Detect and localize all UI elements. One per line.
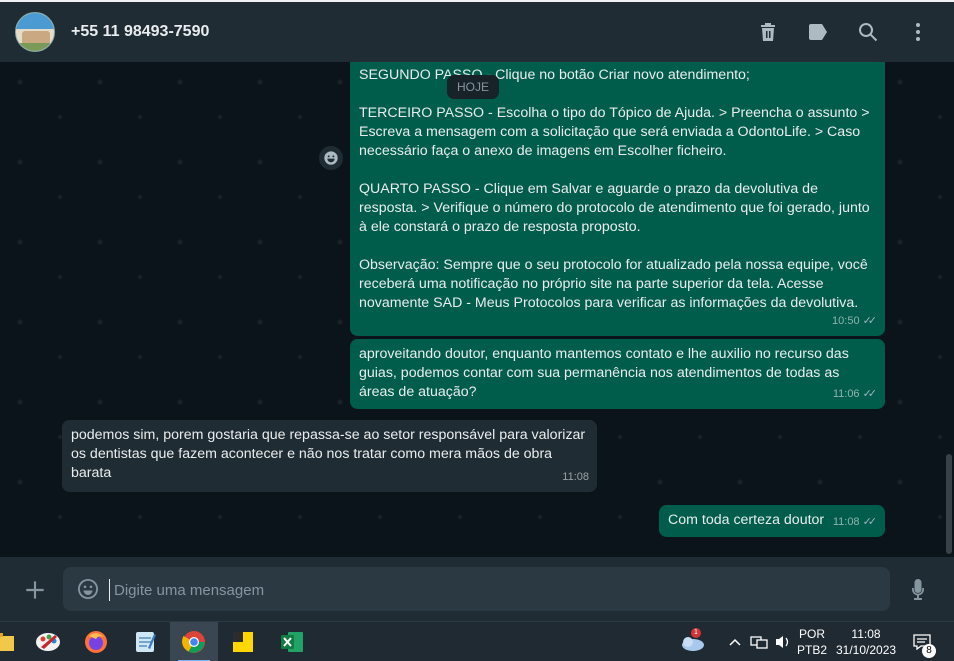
search-icon[interactable] <box>856 20 880 44</box>
notepad-icon[interactable] <box>121 622 169 661</box>
double-check-icon: ✓✓ <box>862 315 878 327</box>
contact-avatar[interactable] <box>15 12 55 52</box>
message-time: 10:50 <box>832 315 860 327</box>
delete-icon[interactable] <box>756 20 780 44</box>
excel-icon[interactable] <box>268 622 316 661</box>
message-input[interactable] <box>109 579 869 601</box>
volume-icon[interactable] <box>772 622 794 661</box>
message-text: SEGUNDO PASSO - Clique no botão Criar no… <box>359 67 870 311</box>
clock-date: 31/10/2023 <box>836 643 897 657</box>
language-indicator[interactable]: POR PTB2 <box>797 626 827 658</box>
sticky-notes-icon[interactable] <box>219 622 267 661</box>
message-meta: 11:08 ✓✓ <box>833 513 877 532</box>
message-outgoing[interactable]: aproveitando doutor, enquanto mantemos c… <box>350 339 885 409</box>
clock-time: 11:08 <box>851 627 881 641</box>
microphone-icon[interactable] <box>906 577 930 603</box>
message-text: aproveitando doutor, enquanto mantemos c… <box>359 346 853 400</box>
message-outgoing[interactable]: Com toda certeza doutor 11:08 ✓✓ <box>659 505 885 537</box>
system-clock[interactable]: 11:08 31/10/2023 <box>836 626 896 658</box>
double-check-icon: ✓✓ <box>862 516 878 528</box>
chat-scrollbar[interactable] <box>946 454 952 554</box>
chrome-icon[interactable] <box>170 622 218 661</box>
message-list[interactable]: SEGUNDO PASSO - Clique no botão Criar no… <box>0 62 954 557</box>
message-time: 11:08 <box>562 471 589 483</box>
double-check-icon: ✓✓ <box>862 388 878 400</box>
paint-icon[interactable] <box>24 622 72 661</box>
emoji-icon[interactable] <box>76 577 100 601</box>
keyboard-layout: PTB2 <box>797 643 828 657</box>
message-time: 11:08 <box>832 516 860 528</box>
message-meta: 11:06 ✓✓ <box>833 385 877 404</box>
message-meta: 10:50 ✓✓ <box>832 312 877 331</box>
chat-header: +55 11 98493-7590 <box>0 0 954 62</box>
label-icon[interactable] <box>806 20 830 44</box>
weather-icon[interactable] <box>676 622 708 661</box>
message-outgoing[interactable]: SEGUNDO PASSO - Clique no botão Criar no… <box>350 62 885 336</box>
language-code: POR <box>799 627 826 641</box>
firefox-icon[interactable] <box>72 622 120 661</box>
menu-icon[interactable] <box>906 20 930 44</box>
message-input-container[interactable] <box>63 567 890 611</box>
composer-bar <box>0 557 954 621</box>
date-chip: HOJE <box>447 75 499 99</box>
attach-plus-icon[interactable] <box>22 577 48 603</box>
message-time: 11:06 <box>832 388 860 400</box>
contact-name[interactable]: +55 11 98493-7590 <box>71 23 209 41</box>
chevron-up-icon[interactable] <box>726 622 744 661</box>
emoji-reaction-icon[interactable] <box>319 146 343 170</box>
network-icon[interactable] <box>748 622 770 661</box>
windows-taskbar: 1 POR PTB2 11:08 31/10/2023 8 <box>0 621 954 661</box>
message-meta: 11:08 <box>562 468 589 487</box>
weather-badge: 1 <box>691 628 701 638</box>
notification-badge: 8 <box>922 644 936 658</box>
message-text: podemos sim, porem gostaria que repassa-… <box>71 427 590 481</box>
message-incoming[interactable]: podemos sim, porem gostaria que repassa-… <box>62 420 597 492</box>
